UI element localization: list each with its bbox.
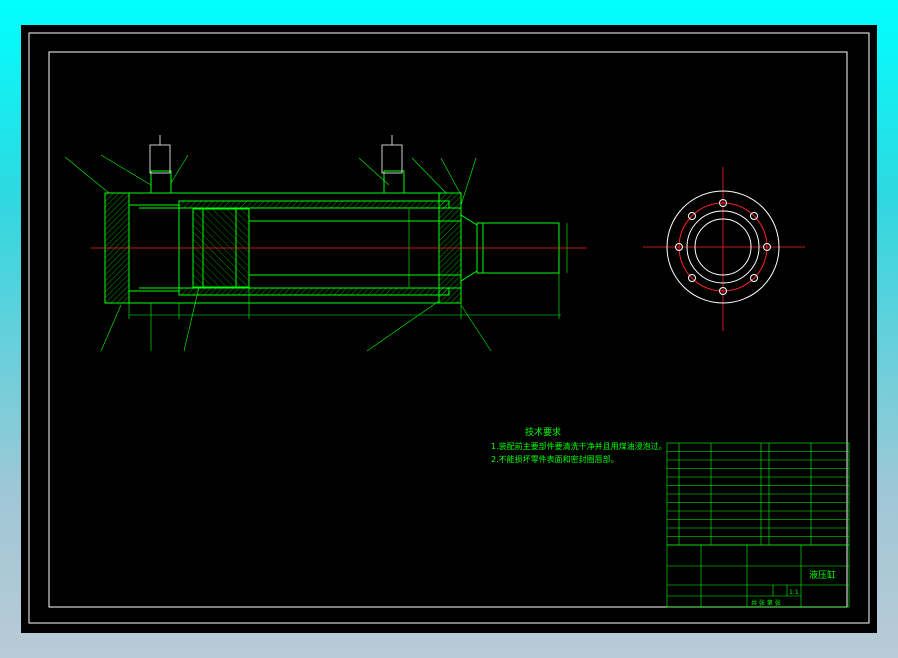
- fitting-right-nut: [381, 144, 403, 174]
- leader-12: [460, 304, 492, 352]
- fitting-left-nut: [149, 144, 171, 174]
- barrel-wall-top: [178, 200, 450, 209]
- leader-10: [183, 286, 200, 352]
- port-right: [383, 170, 405, 194]
- bom-table: [666, 442, 850, 546]
- leader-6: [440, 157, 462, 196]
- cad-drawing-svg: 技术要求 1.装配前主要部件要清洗干净并且用煤油浸泡过。 2.不能损坏零件表面和…: [28, 32, 870, 624]
- tech-requirements-heading: 技术要求: [525, 426, 561, 438]
- drawing-title: 液压缸: [809, 569, 836, 581]
- cad-drawing-canvas[interactable]: 技术要求 1.装配前主要部件要清洗干净并且用煤油浸泡过。 2.不能损坏零件表面和…: [21, 25, 877, 633]
- port-fittings: [149, 135, 403, 174]
- port-left: [150, 170, 172, 194]
- inner-frame: [48, 51, 848, 608]
- cylinder-section-view: [64, 154, 568, 352]
- outer-frame: [28, 32, 870, 624]
- leader-7: [460, 157, 477, 206]
- barrel-wall-bottom: [178, 287, 450, 296]
- leader-1: [64, 156, 110, 194]
- leader-11: [366, 300, 440, 352]
- leader-2: [100, 154, 152, 186]
- leader-5: [411, 157, 447, 194]
- tech-requirements: 技术要求 1.装配前主要部件要清洗干净并且用煤油浸泡过。 2.不能损坏零件表面和…: [491, 426, 667, 464]
- title-block-text: 液压缸 1:1 共 张 第 张: [751, 569, 836, 607]
- drawing-scale: 1:1: [789, 589, 799, 596]
- leader-3: [170, 154, 189, 184]
- leader-8: [100, 304, 122, 352]
- tech-requirement-item: 1.装配前主要部件要清洗干净并且用煤油浸泡过。: [491, 441, 667, 451]
- tech-requirement-item: 2.不能损坏零件表面和密封圈唇部。: [491, 454, 619, 464]
- sheet-note: 共 张 第 张: [751, 599, 781, 607]
